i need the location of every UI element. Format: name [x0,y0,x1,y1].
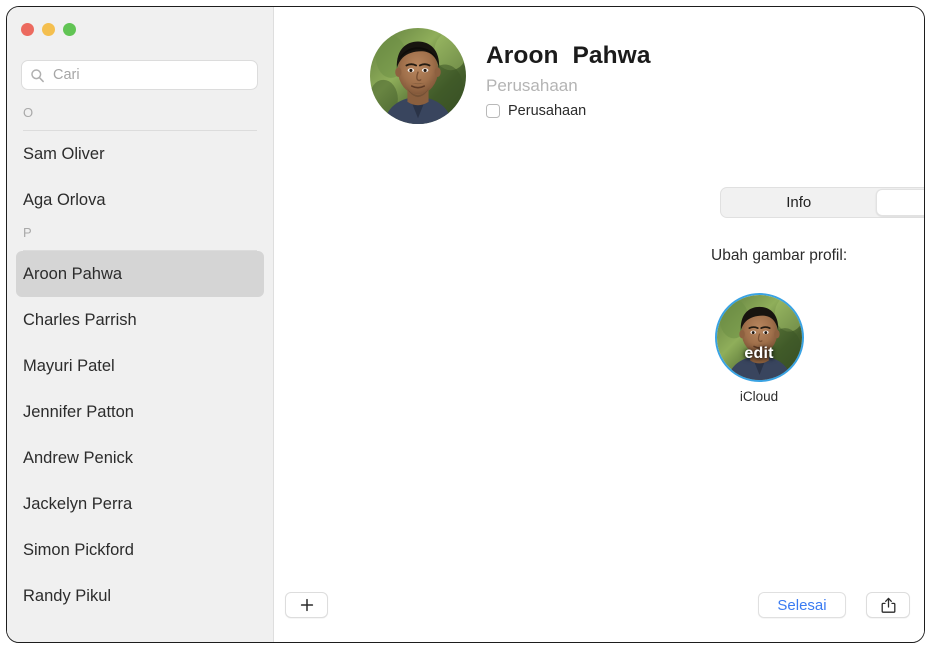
contact-list-item[interactable]: Jackelyn Perra [16,481,264,527]
picture-option-caption: iCloud [714,389,804,404]
picture-picker-title: Ubah gambar profil: [711,247,847,265]
contact-list-item-label: Jennifer Patton [23,403,134,422]
contact-list-item[interactable]: Aroon Pahwa [16,251,264,297]
maximize-button[interactable] [63,23,76,36]
contact-header: Aroon Pahwa Perusahaan Perusahaan [370,28,651,124]
company-checkbox[interactable] [486,104,500,118]
contact-list-item[interactable]: Jennifer Patton [16,389,264,435]
section-header-p: P [23,223,259,251]
contact-list-item-label: Aga Orlova [23,191,106,210]
share-button[interactable] [866,592,910,618]
contact-list-item-label: Andrew Penick [23,449,133,468]
search-field[interactable] [21,60,258,90]
company-checkbox-label: Perusahaan [508,103,586,119]
contact-list-item-label: Simon Pickford [23,541,134,560]
contact-list-item[interactable]: Andrew Penick [16,435,264,481]
contact-list-item[interactable]: Charles Parrish [16,297,264,343]
contact-list-item-label: Aroon Pahwa [23,265,122,284]
contact-list-item[interactable]: Aga Orlova [16,177,264,223]
contact-list-item[interactable]: Randy Pikul [16,573,264,619]
sidebar: O Sam Oliver Aga Orlova P Aroon Pahwa Charles… [7,7,274,642]
window-controls [21,23,76,36]
contact-list[interactable]: O Sam Oliver Aga Orlova P Aroon Pahwa Charles… [7,103,273,642]
detail-pane: Aroon Pahwa Perusahaan Perusahaan InfoGa… [274,7,924,642]
contact-list-item-label: Jackelyn Perra [23,495,132,514]
picture-thumbnail[interactable]: edit [715,293,804,382]
add-contact-button[interactable] [285,592,328,618]
contact-name: Aroon Pahwa [486,43,651,70]
contacts-window: O Sam Oliver Aga Orlova P Aroon Pahwa Charles… [6,6,925,643]
tab-info[interactable]: Info [722,189,876,216]
contact-header-text: Aroon Pahwa Perusahaan Perusahaan [486,28,651,119]
contact-list-item-label: Randy Pikul [23,587,111,606]
tab-gambar[interactable]: Gambar [876,189,926,216]
company-checkbox-row[interactable]: Perusahaan [486,103,651,119]
section-header-o: O [23,103,259,131]
avatar[interactable] [370,28,466,124]
close-button[interactable] [21,23,34,36]
contact-list-item-label: Charles Parrish [23,311,137,330]
contact-list-item[interactable]: Sam Oliver [16,131,264,177]
contact-list-item[interactable]: Simon Pickford [16,527,264,573]
picture-option-icloud[interactable]: edit iCloud [714,293,804,404]
tab-bar[interactable]: InfoGambar [720,187,925,218]
minimize-button[interactable] [42,23,55,36]
company-placeholder-text[interactable]: Perusahaan [486,76,651,96]
contact-list-item[interactable]: Mayuri Patel [16,343,264,389]
edit-overlay-label[interactable]: edit [717,345,802,363]
done-button[interactable]: Selesai [758,592,846,618]
share-icon [881,597,896,614]
contact-list-item-label: Sam Oliver [23,145,105,164]
plus-icon [300,598,314,612]
search-icon [30,68,45,83]
contact-list-item-label: Mayuri Patel [23,357,115,376]
search-input[interactable] [53,67,249,83]
